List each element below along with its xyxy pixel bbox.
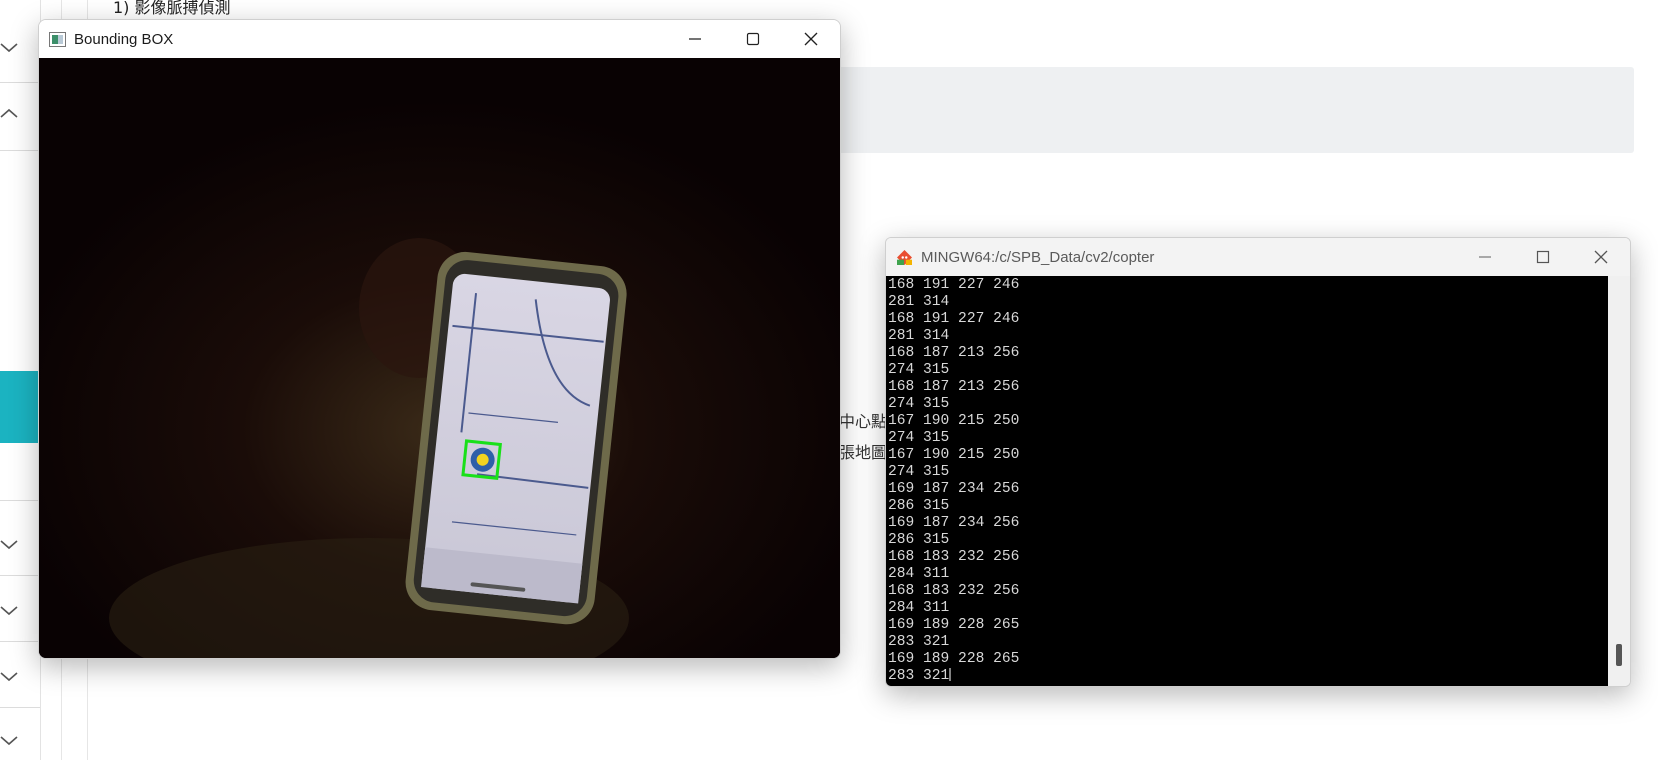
divider xyxy=(0,575,40,576)
minimize-button[interactable] xyxy=(1456,238,1514,276)
maximize-icon xyxy=(1536,250,1550,264)
terminal-line: 168 183 232 256 xyxy=(888,583,1020,599)
terminal-output[interactable]: 168 191 227 246 281 314 168 191 227 246 … xyxy=(886,276,1608,686)
terminal-line: 284 311 xyxy=(888,600,950,616)
terminal-line: 168 187 213 256 xyxy=(888,345,1020,361)
git-bash-icon xyxy=(897,249,912,265)
active-sidebar-tab[interactable] xyxy=(0,371,40,443)
terminal-line: 169 187 234 256 xyxy=(888,515,1020,531)
minimize-icon xyxy=(1479,256,1491,258)
camera-frame-image xyxy=(39,58,840,658)
maximize-button[interactable] xyxy=(1514,238,1572,276)
divider xyxy=(0,500,40,501)
chevron-down-icon[interactable] xyxy=(0,38,18,56)
close-button[interactable] xyxy=(782,20,840,58)
terminal-line: 286 315 xyxy=(888,532,950,548)
terminal-line: 168 187 213 256 xyxy=(888,379,1020,395)
window-title: Bounding BOX xyxy=(74,30,174,48)
window-titlebar[interactable]: MINGW64:/c/SPB_Data/cv2/copter xyxy=(886,238,1630,276)
close-icon xyxy=(804,32,818,46)
terminal-line: 286 315 xyxy=(888,498,950,514)
terminal-line: 281 314 xyxy=(888,294,950,310)
terminal-line: 283 321 xyxy=(888,668,950,684)
scrollbar-thumb[interactable] xyxy=(1616,644,1622,666)
chevron-down-icon[interactable] xyxy=(0,731,18,749)
terminal-line: 284 311 xyxy=(888,566,950,582)
terminal-text: 168 191 227 246 281 314 168 191 227 246 … xyxy=(886,276,1608,685)
divider xyxy=(0,707,40,708)
chevron-up-icon[interactable] xyxy=(0,105,18,123)
terminal-line: 169 189 228 265 xyxy=(888,651,1020,667)
window-titlebar[interactable]: Bounding BOX xyxy=(39,20,840,58)
section-heading: 1) 影像脈搏偵測 xyxy=(113,0,231,17)
terminal-line: 167 190 215 250 xyxy=(888,413,1020,429)
text-cursor xyxy=(949,668,952,681)
terminal-line: 168 191 227 246 xyxy=(888,311,1020,327)
terminal-line: 283 321 xyxy=(888,634,950,650)
chevron-down-icon[interactable] xyxy=(0,601,18,619)
terminal-line: 169 189 228 265 xyxy=(888,617,1020,633)
minimize-icon xyxy=(689,38,701,40)
terminal-window: MINGW64:/c/SPB_Data/cv2/copter 168 191 2… xyxy=(885,237,1631,687)
terminal-line: 167 190 215 250 xyxy=(888,447,1020,463)
code-block xyxy=(820,67,1634,153)
terminal-line: 169 187 234 256 xyxy=(888,481,1020,497)
divider xyxy=(0,82,40,83)
close-icon xyxy=(1594,250,1608,264)
bounding-box-window: Bounding BOX xyxy=(38,19,841,659)
divider xyxy=(0,641,40,642)
terminal-line: 274 315 xyxy=(888,430,950,446)
opencv-window-icon xyxy=(49,31,66,47)
maximize-button[interactable] xyxy=(724,20,782,58)
terminal-line: 168 191 227 246 xyxy=(888,277,1020,293)
minimize-button[interactable] xyxy=(666,20,724,58)
terminal-line: 281 314 xyxy=(888,328,950,344)
terminal-line: 274 315 xyxy=(888,396,950,412)
terminal-line: 274 315 xyxy=(888,464,950,480)
divider xyxy=(0,150,40,151)
close-button[interactable] xyxy=(1572,238,1630,276)
camera-feed xyxy=(39,58,840,658)
chevron-down-icon[interactable] xyxy=(0,535,18,553)
maximize-icon xyxy=(746,32,760,46)
vertical-scrollbar[interactable] xyxy=(1608,276,1630,686)
terminal-line: 274 315 xyxy=(888,362,950,378)
terminal-line: 168 183 232 256 xyxy=(888,549,1020,565)
chevron-down-icon[interactable] xyxy=(0,667,18,685)
window-title: MINGW64:/c/SPB_Data/cv2/copter xyxy=(921,248,1155,266)
